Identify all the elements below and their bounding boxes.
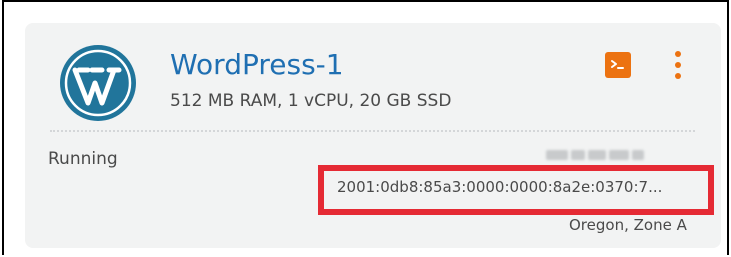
instance-specs: 512 MB RAM, 1 vCPU, 20 GB SSD bbox=[170, 91, 452, 111]
kebab-menu-icon bbox=[675, 51, 681, 57]
instance-status: Running bbox=[48, 149, 118, 169]
instance-region: Oregon, Zone A bbox=[569, 216, 687, 234]
kebab-dot bbox=[675, 73, 681, 79]
instance-card[interactable]: WordPress-1 512 MB RAM, 1 vCPU, 20 GB SS… bbox=[25, 23, 721, 248]
public-ip-redacted bbox=[546, 148, 644, 162]
kebab-dot bbox=[675, 62, 681, 68]
instance-actions-menu-button[interactable] bbox=[668, 51, 688, 81]
connect-terminal-button[interactable] bbox=[605, 52, 631, 78]
card-divider bbox=[50, 130, 695, 132]
instance-name-link[interactable]: WordPress-1 bbox=[170, 51, 344, 79]
terminal-icon bbox=[611, 60, 624, 69]
ipv6-address[interactable]: 2001:0db8:85a3:0000:0000:8a2e:0370:7... bbox=[337, 180, 662, 195]
wordpress-logo-icon bbox=[58, 43, 138, 123]
